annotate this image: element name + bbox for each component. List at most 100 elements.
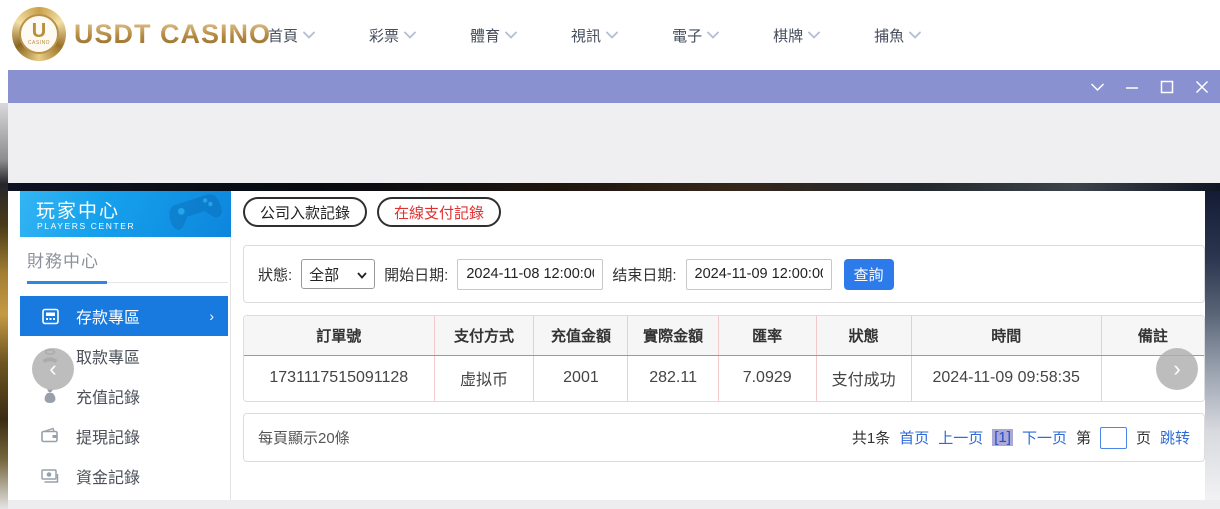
carousel-back-button[interactable]: ‹ xyxy=(32,348,74,390)
start-date-label: 開始日期: xyxy=(384,264,448,285)
nav-item-cards[interactable]: 棋牌 xyxy=(773,25,820,46)
status-label: 狀態: xyxy=(258,264,292,285)
col-payment-method: 支付方式 xyxy=(434,316,534,355)
finance-center-label: 財務中心 xyxy=(27,247,99,272)
sidebar-item-label: 提現記錄 xyxy=(76,424,140,448)
end-date-input[interactable] xyxy=(686,259,832,290)
section-divider-accent xyxy=(27,281,107,284)
col-remark: 備註 xyxy=(1101,316,1204,355)
sidebar-item-label: 充值記錄 xyxy=(76,384,140,408)
sidebar-item-funds-records[interactable]: 資金記錄 xyxy=(20,456,228,496)
tab-company-deposit-records[interactable]: 公司入款記錄 xyxy=(243,197,367,227)
total-count-text: 共1条 xyxy=(852,427,890,448)
players-center-title: 玩家中心 xyxy=(36,196,120,223)
chevron-right-icon: › xyxy=(1173,356,1180,382)
col-time: 時間 xyxy=(911,316,1101,355)
page-jump-input[interactable] xyxy=(1100,427,1127,449)
col-exchange-rate: 匯率 xyxy=(718,316,816,355)
background-image-strip-right xyxy=(1205,191,1220,500)
sidebar-menu: 存款專區 › 取款專區 充值記錄 提現記錄 xyxy=(20,296,228,496)
col-order-no: 訂單號 xyxy=(244,316,434,355)
first-page-link[interactable]: 首页 xyxy=(899,427,929,448)
site-header: U CASINO USDT CASINO 首頁 彩票 體育 視訊 xyxy=(0,0,1220,70)
cell-order-no: 1731117515091128 xyxy=(244,355,434,401)
cell-status: 支付成功 xyxy=(816,355,911,401)
cell-recharge-amount: 2001 xyxy=(534,355,628,401)
end-date-label: 结束日期: xyxy=(612,264,676,285)
jump-action-link[interactable]: 跳转 xyxy=(1160,427,1190,448)
jump-suffix-label: 页 xyxy=(1136,427,1151,448)
background-image-strip-left xyxy=(0,103,8,509)
chevron-down-icon xyxy=(404,26,416,44)
tab-online-payment-records[interactable]: 在線支付記錄 xyxy=(377,197,501,227)
maximize-icon[interactable] xyxy=(1159,79,1175,95)
nav-item-slots[interactable]: 電子 xyxy=(672,25,719,46)
cell-actual-amount: 282.11 xyxy=(628,355,718,401)
brand-logo[interactable]: U CASINO USDT CASINO xyxy=(12,7,271,61)
nav-item-live[interactable]: 視訊 xyxy=(571,25,618,46)
jump-prefix-label: 第 xyxy=(1076,427,1091,448)
start-date-input[interactable] xyxy=(457,259,603,290)
gamepad-icon xyxy=(162,191,230,237)
logo-sub-label: CASINO xyxy=(28,40,50,46)
cell-payment-method: 虚拟币 xyxy=(434,355,534,401)
window-bottom-strip xyxy=(8,500,1220,509)
sidebar-item-withdrawal-records[interactable]: 提現記錄 xyxy=(20,416,228,456)
logo-badge-icon: U CASINO xyxy=(12,7,66,61)
logo-letter: U xyxy=(32,22,46,40)
chevron-down-icon xyxy=(357,266,367,283)
chevron-down-icon xyxy=(909,26,921,44)
records-table: 訂單號 支付方式 充值金額 實際金額 匯率 狀態 時間 備註 173111751… xyxy=(243,315,1205,402)
players-center-subtitle: PLAYERS CENTER xyxy=(37,221,135,231)
background-image-band-top xyxy=(8,183,1220,191)
wallet-icon xyxy=(40,426,60,446)
chevron-down-icon xyxy=(808,26,820,44)
page-size-text: 每頁顯示20條 xyxy=(258,427,350,448)
chevron-down-icon xyxy=(606,26,618,44)
deposit-machine-icon xyxy=(40,306,60,326)
nav-item-lottery[interactable]: 彩票 xyxy=(369,25,416,46)
status-select[interactable]: 全部 xyxy=(301,259,375,289)
brand-name: USDT CASINO xyxy=(74,19,271,50)
cell-exchange-rate: 7.0929 xyxy=(718,355,816,401)
sidebar-item-label: 資金記錄 xyxy=(76,464,140,488)
chevron-left-icon: ‹ xyxy=(49,356,56,382)
cell-time: 2024-11-09 09:58:35 xyxy=(911,355,1101,401)
players-center-header: 玩家中心 PLAYERS CENTER xyxy=(20,191,231,237)
pagination-bar: 每頁顯示20條 共1条 首页 上一页 [1] 下一页 第 页 跳转 xyxy=(243,413,1205,462)
table-row: 1731117515091128 虚拟币 2001 282.11 7.0929 … xyxy=(244,355,1204,401)
sidebar: 玩家中心 PLAYERS CENTER 財務中心 存款專區 › xyxy=(8,191,231,500)
chevron-down-icon xyxy=(707,26,719,44)
nav-item-home[interactable]: 首頁 xyxy=(268,25,315,46)
nav-item-sports[interactable]: 體育 xyxy=(470,25,517,46)
funds-icon xyxy=(40,466,60,486)
carousel-next-button[interactable]: › xyxy=(1156,348,1198,390)
record-tabs: 公司入款記錄 在線支付記錄 xyxy=(243,197,501,227)
sidebar-item-label: 取款專區 xyxy=(76,344,140,368)
col-recharge-amount: 充值金額 xyxy=(534,316,628,355)
sidebar-item-label: 存款專區 xyxy=(76,304,140,328)
minimize-icon[interactable] xyxy=(1124,79,1140,95)
sidebar-item-deposit[interactable]: 存款專區 › xyxy=(20,296,228,336)
next-page-link[interactable]: 下一页 xyxy=(1022,427,1067,448)
window-controls xyxy=(1089,70,1210,103)
main-content: 公司入款記錄 在線支付記錄 狀態: 全部 開始日期: 结束日期: 查詢 xyxy=(232,191,1205,500)
status-select-value: 全部 xyxy=(309,264,339,285)
main-nav: 首頁 彩票 體育 視訊 電子 棋牌 xyxy=(268,0,921,70)
filter-bar: 狀態: 全部 開始日期: 结束日期: 查詢 xyxy=(243,245,1205,303)
prev-page-link[interactable]: 上一页 xyxy=(938,427,983,448)
collapse-chevron-icon[interactable] xyxy=(1089,79,1105,95)
chevron-down-icon xyxy=(303,26,315,44)
search-button[interactable]: 查詢 xyxy=(844,259,894,290)
window-titlebar xyxy=(8,70,1220,103)
table-header-row: 訂單號 支付方式 充值金額 實際金額 匯率 狀態 時間 備註 xyxy=(244,316,1204,355)
page: U CASINO USDT CASINO 首頁 彩票 體育 視訊 xyxy=(0,0,1220,509)
pager-controls: 共1条 首页 上一页 [1] 下一页 第 页 跳转 xyxy=(852,427,1190,449)
nav-item-fishing[interactable]: 捕魚 xyxy=(874,25,921,46)
close-icon[interactable] xyxy=(1194,79,1210,95)
col-actual-amount: 實際金額 xyxy=(628,316,718,355)
banner-spacer xyxy=(8,103,1220,183)
current-page-badge: [1] xyxy=(992,429,1013,446)
chevron-right-icon: › xyxy=(209,308,214,324)
chevron-down-icon xyxy=(505,26,517,44)
